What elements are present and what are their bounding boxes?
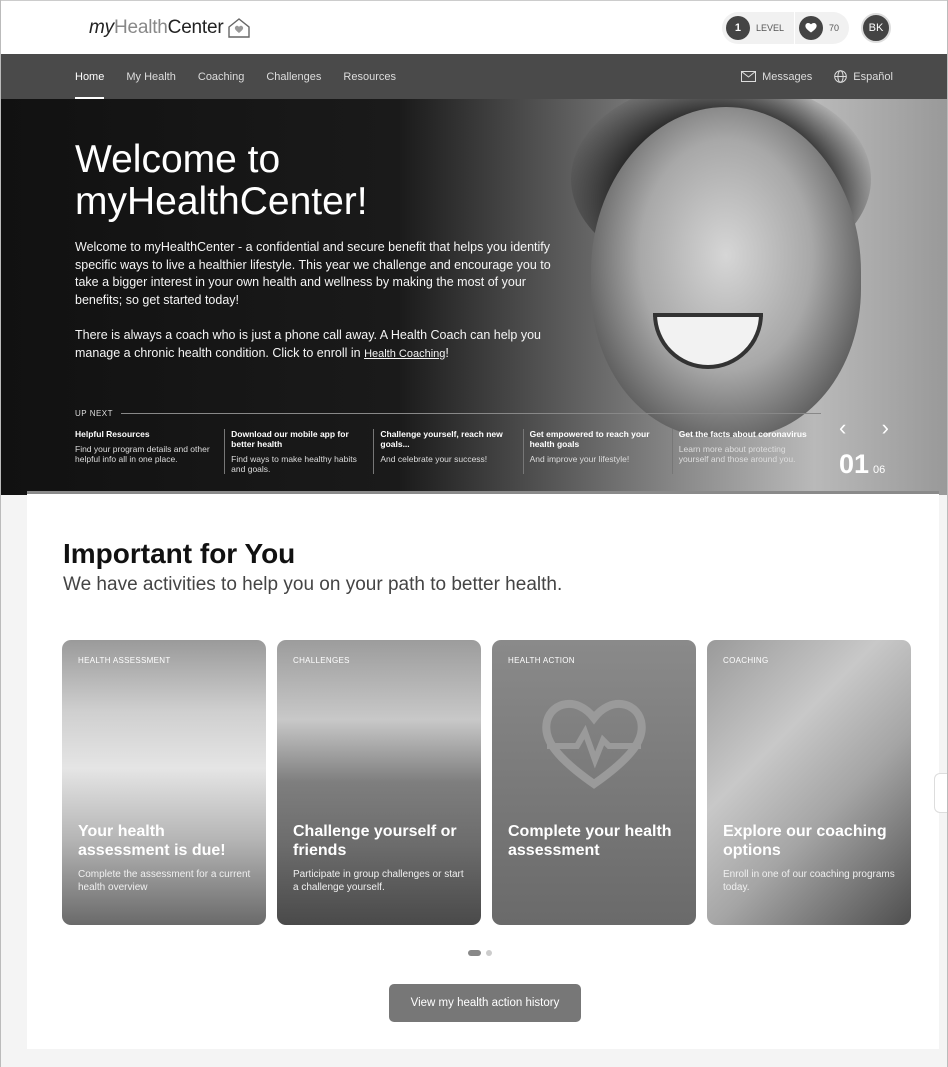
up-next-item[interactable]: Challenge yourself, reach new goals... An… <box>373 429 522 474</box>
logo-center: Center <box>167 16 224 38</box>
top-bar: my Health Center 1 LEVEL 70 BK <box>1 0 947 54</box>
card-desc: Participate in group challenges or start… <box>293 869 464 893</box>
up-next-desc: Find your program details and other help… <box>75 444 210 464</box>
messages-label: Messages <box>762 70 813 83</box>
hearts-count: 70 <box>828 22 839 33</box>
chevron-left-icon[interactable]: ‹ <box>839 415 846 441</box>
card-category: CHALLENGES <box>293 656 350 665</box>
logo[interactable]: my Health Center <box>89 17 251 39</box>
hero-photo <box>591 107 861 437</box>
slide-total: 06 <box>873 464 886 476</box>
up-next-desc: Find ways to make healthy habits and goa… <box>231 454 357 474</box>
card-desc: Complete the assessment for a current he… <box>78 869 251 893</box>
language-label: Español <box>853 70 893 83</box>
globe-icon <box>834 70 848 83</box>
up-next-divider <box>121 413 821 414</box>
health-coaching-link[interactable]: Health Coaching <box>364 348 445 360</box>
logo-health: Health <box>113 16 168 38</box>
up-next-list: Helpful Resources Find your program detai… <box>75 429 821 474</box>
hero-banner: Welcome to myHealthCenter! Welcome to my… <box>1 99 947 495</box>
up-next-title: Get the facts about coronavirus <box>678 429 807 439</box>
pagination-dot[interactable] <box>486 950 492 956</box>
page: my Health Center 1 LEVEL 70 BK Home My Hea… <box>0 0 948 1067</box>
important-panel: Important for You We have activities to … <box>27 491 939 1049</box>
hero-paragraph-2: There is always a coach who is just a ph… <box>75 327 575 363</box>
card-category: COACHING <box>723 656 769 665</box>
up-next-desc: And celebrate your success! <box>380 454 488 464</box>
messages-link[interactable]: Messages <box>741 71 812 83</box>
important-section: Important for You We have activities to … <box>1 491 947 1067</box>
section-subtitle: We have activities to help you on your p… <box>63 574 563 595</box>
envelope-icon <box>741 71 757 82</box>
card-title: Your health assessment is due! <box>78 823 226 859</box>
up-next-title: Download our mobile app for better healt… <box>231 429 349 449</box>
hero-paragraph-1: Welcome to myHealthCenter - a confidenti… <box>75 240 551 307</box>
house-heart-icon <box>227 17 250 38</box>
chevron-right-icon[interactable]: › <box>882 415 889 441</box>
language-link[interactable]: Español <box>834 70 893 83</box>
up-next-title: Get empowered to reach your health goals <box>529 429 650 449</box>
main-nav: Home My Health Coaching Challenges Resou… <box>1 54 947 99</box>
card-title: Explore our coaching options <box>723 823 887 859</box>
card-health-assessment[interactable]: HEALTH ASSESSMENT Your health assessment… <box>62 640 266 925</box>
nav-challenges[interactable]: Challenges <box>266 54 321 99</box>
hero-title: Welcome to myHealthCenter! <box>75 139 575 223</box>
section-title: Important for You <box>63 538 296 569</box>
hearts-badge[interactable]: 70 <box>793 11 849 44</box>
up-next-desc: Learn more about protecting yourself and… <box>678 444 796 464</box>
activity-cards: HEALTH ASSESSMENT Your health assessment… <box>62 640 911 925</box>
slide-counter: 01 06 <box>839 449 889 480</box>
level-label: LEVEL <box>755 22 784 33</box>
card-challenges[interactable]: CHALLENGES Challenge yourself or friends… <box>277 640 481 925</box>
level-badge[interactable]: 1 LEVEL <box>722 12 794 44</box>
level-number: 1 <box>725 15 750 40</box>
avatar[interactable]: BK <box>861 12 891 43</box>
up-next-desc: And improve your lifestyle! <box>529 454 630 464</box>
view-history-button[interactable]: View my health action history <box>389 984 581 1022</box>
card-category: HEALTH ASSESSMENT <box>78 656 171 665</box>
status-area: 1 LEVEL 70 BK <box>721 11 891 44</box>
level-hearts-pill[interactable]: 1 LEVEL 70 <box>721 11 849 44</box>
up-next-label: UP NEXT <box>75 409 114 418</box>
nav-resources[interactable]: Resources <box>343 54 396 99</box>
nav-my-health[interactable]: My Health <box>126 54 176 99</box>
card-category: HEALTH ACTION <box>508 656 575 665</box>
up-next-header: UP NEXT <box>75 409 821 418</box>
hero-content: Welcome to myHealthCenter! Welcome to my… <box>75 139 575 381</box>
carousel-controls: ‹ › 01 06 <box>839 415 889 480</box>
up-next-item[interactable]: Download our mobile app for better healt… <box>224 429 373 474</box>
up-next-item[interactable]: Get empowered to reach your health goals… <box>522 429 672 474</box>
card-pagination <box>468 950 492 956</box>
card-health-action[interactable]: HEALTH ACTION Complete your health asses… <box>492 640 696 925</box>
heart-icon <box>798 15 823 40</box>
up-next-title: Helpful Resources <box>75 429 150 439</box>
heartbeat-icon <box>542 699 646 789</box>
slide-current: 01 <box>839 449 870 479</box>
card-desc: Enroll in one of our coaching programs t… <box>723 869 895 893</box>
card-title: Complete your health assessment <box>508 823 672 859</box>
hero-paragraph-2-text: There is always a coach who is just a ph… <box>75 328 542 360</box>
logo-my: my <box>89 16 114 38</box>
hero-title-line2: myHealthCenter! <box>75 180 368 223</box>
up-next-item[interactable]: Get the facts about coronavirus Learn mor… <box>671 429 821 474</box>
nav-home[interactable]: Home <box>75 54 105 99</box>
card-coaching[interactable]: COACHING Explore our coaching options En… <box>707 640 911 925</box>
up-next-item[interactable]: Helpful Resources Find your program detai… <box>75 429 224 474</box>
nav-coaching[interactable]: Coaching <box>198 54 244 99</box>
hero-title-line1: Welcome to <box>75 138 281 181</box>
up-next-title: Challenge yourself, reach new goals... <box>380 429 503 449</box>
card-title: Challenge yourself or friends <box>293 823 457 859</box>
side-feedback-tab[interactable] <box>934 773 947 813</box>
hero-paragraph-2-end: ! <box>445 345 449 360</box>
pagination-dot-active[interactable] <box>468 950 481 956</box>
